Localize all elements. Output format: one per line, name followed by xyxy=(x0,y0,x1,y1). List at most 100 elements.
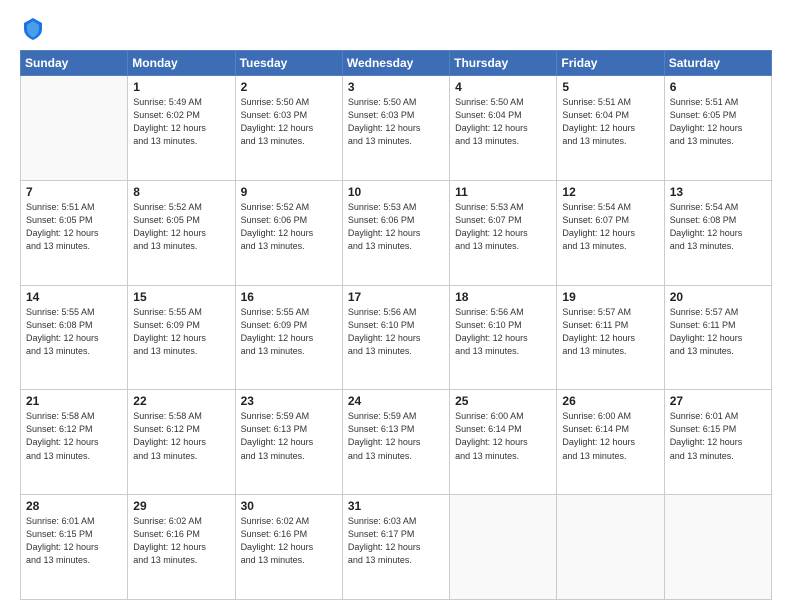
day-number: 25 xyxy=(455,394,551,408)
day-number: 27 xyxy=(670,394,766,408)
day-info: Sunrise: 6:02 AM Sunset: 6:16 PM Dayligh… xyxy=(241,515,337,567)
weekday-header-sunday: Sunday xyxy=(21,51,128,76)
calendar-cell: 30 Sunrise: 6:02 AM Sunset: 6:16 PM Dayli… xyxy=(235,495,342,600)
calendar-cell: 16Sunrise: 5:55 AM Sunset: 6:09 PM Dayli… xyxy=(235,285,342,390)
day-number: 26 xyxy=(562,394,658,408)
day-number: 14 xyxy=(26,290,122,304)
calendar-cell: 6 Sunrise: 5:51 AM Sunset: 6:05 PM Daylig… xyxy=(664,76,771,181)
day-number: 23 xyxy=(241,394,337,408)
day-info: Sunrise: 5:49 AM Sunset: 6:02 PM Dayligh… xyxy=(133,96,229,148)
calendar-cell: 15Sunrise: 5:55 AM Sunset: 6:09 PM Dayli… xyxy=(128,285,235,390)
day-info: Sunrise: 5:54 AM Sunset: 6:08 PM Dayligh… xyxy=(670,201,766,253)
day-number: 1 xyxy=(133,80,229,94)
day-number: 20 xyxy=(670,290,766,304)
week-row-4: 21 Sunrise: 5:58 AM Sunset: 6:12 PM Dayli… xyxy=(21,390,772,495)
day-info: Sunrise: 5:59 AM Sunset: 6:13 PM Dayligh… xyxy=(348,410,444,462)
day-info: Sunrise: 5:53 AM Sunset: 6:07 PM Dayligh… xyxy=(455,201,551,253)
calendar-cell: 29 Sunrise: 6:02 AM Sunset: 6:16 PM Dayli… xyxy=(128,495,235,600)
day-info: Sunrise: 5:50 AM Sunset: 6:03 PM Dayligh… xyxy=(348,96,444,148)
calendar-cell: 19 Sunrise: 5:57 AM Sunset: 6:11 PM Dayli… xyxy=(557,285,664,390)
calendar-cell xyxy=(450,495,557,600)
day-number: 19 xyxy=(562,290,658,304)
weekday-header-monday: Monday xyxy=(128,51,235,76)
weekday-header-thursday: Thursday xyxy=(450,51,557,76)
day-number: 2 xyxy=(241,80,337,94)
day-info: Sunrise: 6:03 AM Sunset: 6:17 PM Dayligh… xyxy=(348,515,444,567)
calendar-cell: 7 Sunrise: 5:51 AM Sunset: 6:05 PM Daylig… xyxy=(21,180,128,285)
day-info: Sunrise: 5:56 AM Sunset: 6:10 PM Dayligh… xyxy=(455,306,551,358)
day-number: 7 xyxy=(26,185,122,199)
day-info: Sunrise: 5:50 AM Sunset: 6:03 PM Dayligh… xyxy=(241,96,337,148)
calendar-cell: 18 Sunrise: 5:56 AM Sunset: 6:10 PM Dayli… xyxy=(450,285,557,390)
day-number: 18 xyxy=(455,290,551,304)
week-row-5: 28 Sunrise: 6:01 AM Sunset: 6:15 PM Dayli… xyxy=(21,495,772,600)
day-info: Sunrise: 5:55 AM Sunset: 6:08 PM Dayligh… xyxy=(26,306,122,358)
calendar-cell: 26 Sunrise: 6:00 AM Sunset: 6:14 PM Dayli… xyxy=(557,390,664,495)
calendar-cell xyxy=(557,495,664,600)
day-info: Sunrise: 5:51 AM Sunset: 6:05 PM Dayligh… xyxy=(26,201,122,253)
week-row-3: 14 Sunrise: 5:55 AM Sunset: 6:08 PM Dayli… xyxy=(21,285,772,390)
calendar-cell: 21 Sunrise: 5:58 AM Sunset: 6:12 PM Dayli… xyxy=(21,390,128,495)
day-info: Sunrise: 5:51 AM Sunset: 6:05 PM Dayligh… xyxy=(670,96,766,148)
day-info: Sunrise: 5:58 AM Sunset: 6:12 PM Dayligh… xyxy=(133,410,229,462)
logo-icon xyxy=(24,18,42,40)
day-number: 8 xyxy=(133,185,229,199)
day-info: Sunrise: 5:57 AM Sunset: 6:11 PM Dayligh… xyxy=(562,306,658,358)
day-info: Sunrise: 5:59 AM Sunset: 6:13 PM Dayligh… xyxy=(241,410,337,462)
logo xyxy=(20,18,42,40)
calendar-cell: 11Sunrise: 5:53 AM Sunset: 6:07 PM Dayli… xyxy=(450,180,557,285)
day-info: Sunrise: 6:02 AM Sunset: 6:16 PM Dayligh… xyxy=(133,515,229,567)
day-info: Sunrise: 5:55 AM Sunset: 6:09 PM Dayligh… xyxy=(241,306,337,358)
day-number: 31 xyxy=(348,499,444,513)
day-number: 9 xyxy=(241,185,337,199)
calendar-cell: 10 Sunrise: 5:53 AM Sunset: 6:06 PM Dayli… xyxy=(342,180,449,285)
day-number: 3 xyxy=(348,80,444,94)
calendar-cell: 22 Sunrise: 5:58 AM Sunset: 6:12 PM Dayli… xyxy=(128,390,235,495)
day-number: 4 xyxy=(455,80,551,94)
day-number: 24 xyxy=(348,394,444,408)
day-info: Sunrise: 5:56 AM Sunset: 6:10 PM Dayligh… xyxy=(348,306,444,358)
calendar-cell: 8 Sunrise: 5:52 AM Sunset: 6:05 PM Daylig… xyxy=(128,180,235,285)
header xyxy=(20,18,772,40)
calendar-cell: 20 Sunrise: 5:57 AM Sunset: 6:11 PM Dayli… xyxy=(664,285,771,390)
calendar-cell: 28 Sunrise: 6:01 AM Sunset: 6:15 PM Dayli… xyxy=(21,495,128,600)
day-number: 5 xyxy=(562,80,658,94)
calendar-cell: 23 Sunrise: 5:59 AM Sunset: 6:13 PM Dayli… xyxy=(235,390,342,495)
calendar-cell: 4Sunrise: 5:50 AM Sunset: 6:04 PM Daylig… xyxy=(450,76,557,181)
day-info: Sunrise: 5:51 AM Sunset: 6:04 PM Dayligh… xyxy=(562,96,658,148)
day-number: 29 xyxy=(133,499,229,513)
calendar-table: SundayMondayTuesdayWednesdayThursdayFrid… xyxy=(20,50,772,600)
calendar-cell: 5 Sunrise: 5:51 AM Sunset: 6:04 PM Daylig… xyxy=(557,76,664,181)
day-number: 17 xyxy=(348,290,444,304)
weekday-header-friday: Friday xyxy=(557,51,664,76)
day-info: Sunrise: 5:52 AM Sunset: 6:06 PM Dayligh… xyxy=(241,201,337,253)
day-info: Sunrise: 5:57 AM Sunset: 6:11 PM Dayligh… xyxy=(670,306,766,358)
day-info: Sunrise: 6:00 AM Sunset: 6:14 PM Dayligh… xyxy=(562,410,658,462)
weekday-header-row: SundayMondayTuesdayWednesdayThursdayFrid… xyxy=(21,51,772,76)
day-info: Sunrise: 6:00 AM Sunset: 6:14 PM Dayligh… xyxy=(455,410,551,462)
day-number: 10 xyxy=(348,185,444,199)
day-number: 30 xyxy=(241,499,337,513)
calendar-cell: 3 Sunrise: 5:50 AM Sunset: 6:03 PM Daylig… xyxy=(342,76,449,181)
calendar-cell: 31 Sunrise: 6:03 AM Sunset: 6:17 PM Dayli… xyxy=(342,495,449,600)
day-info: Sunrise: 5:53 AM Sunset: 6:06 PM Dayligh… xyxy=(348,201,444,253)
weekday-header-saturday: Saturday xyxy=(664,51,771,76)
calendar-cell: 14 Sunrise: 5:55 AM Sunset: 6:08 PM Dayli… xyxy=(21,285,128,390)
weekday-header-wednesday: Wednesday xyxy=(342,51,449,76)
day-number: 6 xyxy=(670,80,766,94)
calendar-cell: 1 Sunrise: 5:49 AM Sunset: 6:02 PM Daylig… xyxy=(128,76,235,181)
day-number: 15 xyxy=(133,290,229,304)
calendar-cell: 25 Sunrise: 6:00 AM Sunset: 6:14 PM Dayli… xyxy=(450,390,557,495)
day-info: Sunrise: 6:01 AM Sunset: 6:15 PM Dayligh… xyxy=(26,515,122,567)
day-info: Sunrise: 5:58 AM Sunset: 6:12 PM Dayligh… xyxy=(26,410,122,462)
calendar-cell: 13Sunrise: 5:54 AM Sunset: 6:08 PM Dayli… xyxy=(664,180,771,285)
day-number: 28 xyxy=(26,499,122,513)
day-info: Sunrise: 5:52 AM Sunset: 6:05 PM Dayligh… xyxy=(133,201,229,253)
calendar-cell: 2 Sunrise: 5:50 AM Sunset: 6:03 PM Daylig… xyxy=(235,76,342,181)
day-number: 21 xyxy=(26,394,122,408)
calendar-cell: 27 Sunrise: 6:01 AM Sunset: 6:15 PM Dayli… xyxy=(664,390,771,495)
calendar-cell: 9 Sunrise: 5:52 AM Sunset: 6:06 PM Daylig… xyxy=(235,180,342,285)
day-number: 22 xyxy=(133,394,229,408)
week-row-2: 7 Sunrise: 5:51 AM Sunset: 6:05 PM Daylig… xyxy=(21,180,772,285)
day-info: Sunrise: 6:01 AM Sunset: 6:15 PM Dayligh… xyxy=(670,410,766,462)
